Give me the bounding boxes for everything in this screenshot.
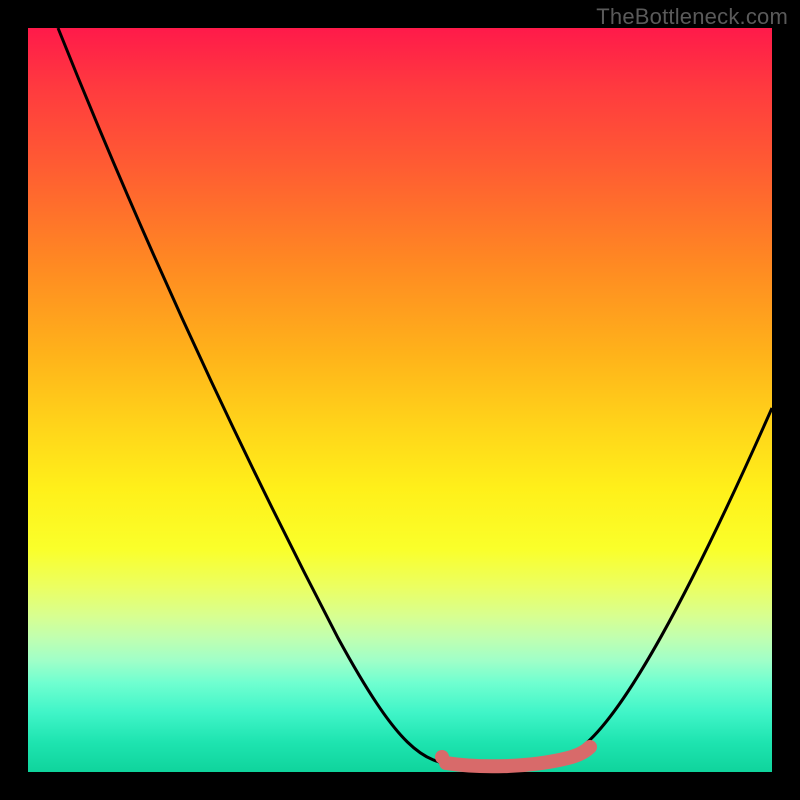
bottleneck-curve [28, 28, 772, 772]
highlight-segment-path [446, 747, 590, 766]
chart-plot-area [28, 28, 772, 772]
main-curve-path [58, 28, 772, 767]
attribution-watermark: TheBottleneck.com [596, 4, 788, 30]
highlight-dot [435, 750, 449, 764]
